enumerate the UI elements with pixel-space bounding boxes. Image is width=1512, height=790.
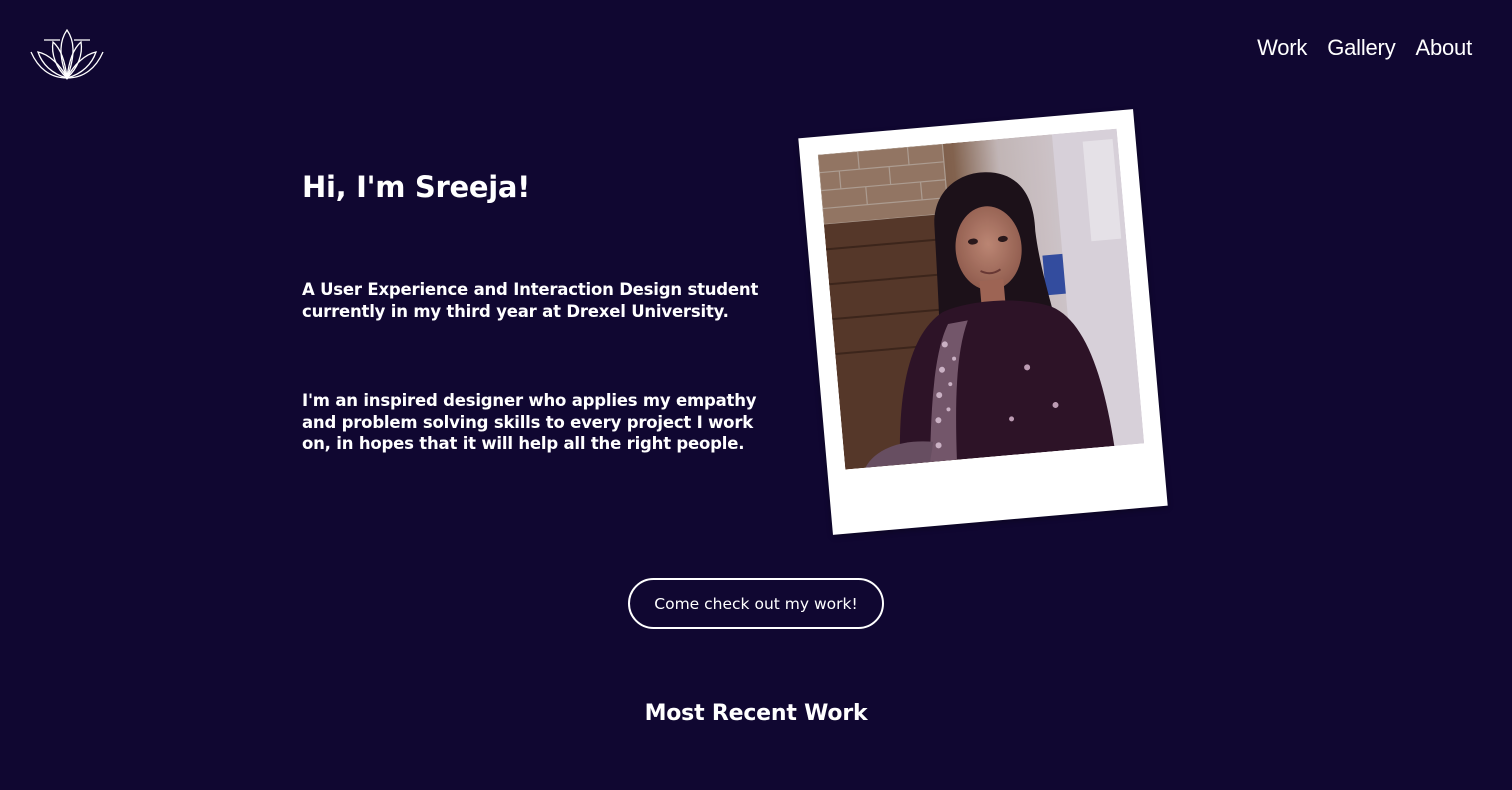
nav-work-link[interactable]: Work bbox=[1257, 35, 1307, 61]
hero-intro-paragraph: A User Experience and Interaction Design… bbox=[302, 280, 759, 321]
polaroid-frame bbox=[798, 109, 1168, 535]
profile-photo bbox=[817, 128, 1145, 470]
most-recent-work-heading: Most Recent Work bbox=[644, 701, 868, 726]
check-out-work-button[interactable]: Come check out my work! bbox=[628, 578, 884, 629]
hero-title: Hi, I'm Sreeja! bbox=[302, 170, 531, 204]
main-nav: Work Gallery About bbox=[1257, 35, 1472, 61]
lotus-logo-icon[interactable] bbox=[30, 28, 104, 82]
nav-about-link[interactable]: About bbox=[1416, 35, 1473, 61]
hero-bio-paragraph: I'm an inspired designer who applies my … bbox=[302, 391, 757, 453]
nav-gallery-link[interactable]: Gallery bbox=[1327, 35, 1395, 61]
